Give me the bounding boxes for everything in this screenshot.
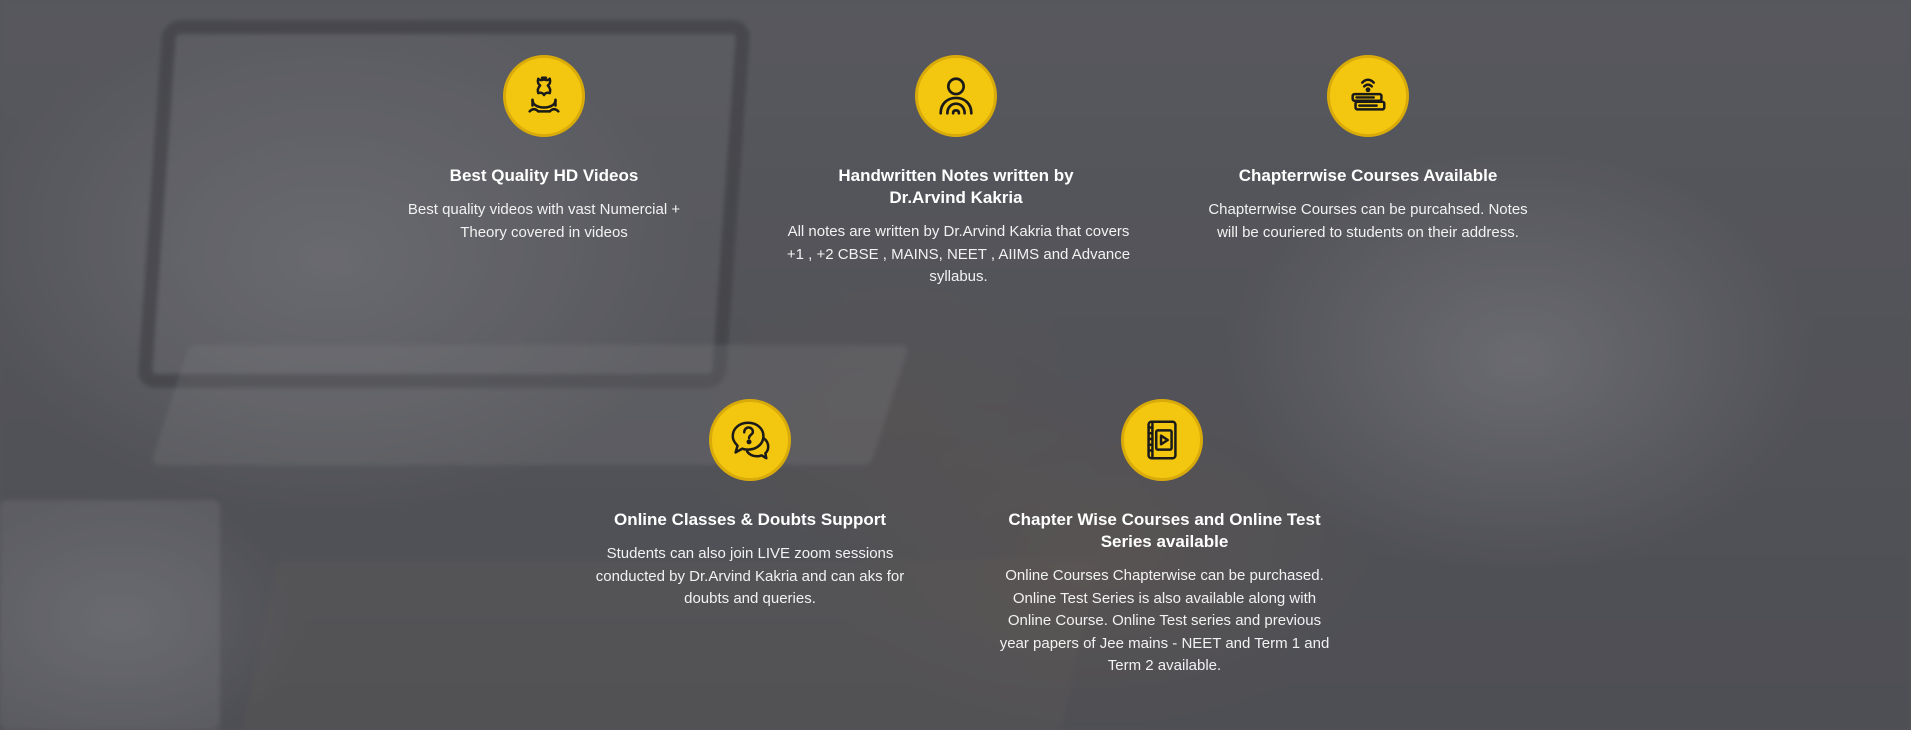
feature-description: Best quality videos with vast Numercial … bbox=[407, 201, 681, 241]
feature-hd-videos: Best Quality HD Videos Best quality vide… bbox=[374, 55, 714, 244]
feature-online-classes: Online Classes & Doubts Support Students… bbox=[580, 399, 920, 611]
video-book-icon bbox=[1121, 399, 1203, 481]
feature-title: Chapterrwise Courses Available bbox=[1238, 166, 1498, 185]
feature-description: Online Courses Chapterwise can be purcha… bbox=[999, 567, 1330, 674]
feature-title: Online Classes & Doubts Support bbox=[613, 510, 887, 529]
feature-description: All notes are written by Dr.Arvind Kakri… bbox=[786, 223, 1131, 285]
feature-title: Handwritten Notes written by Dr.Arvind K… bbox=[838, 166, 1074, 207]
feature-description: Students can also join LIVE zoom session… bbox=[595, 545, 905, 607]
feature-online-test-series: Chapter Wise Courses and Online Test Ser… bbox=[992, 399, 1332, 678]
feature-chapterwise-courses: Chapterrwise Courses Available Chapterrw… bbox=[1198, 55, 1538, 244]
feature-title: Best Quality HD Videos bbox=[449, 166, 639, 185]
courier-books-icon bbox=[1327, 55, 1409, 137]
person-notes-icon bbox=[915, 55, 997, 137]
feature-description: Chapterrwise Courses can be purcahsed. N… bbox=[1208, 201, 1528, 241]
question-chat-icon bbox=[709, 399, 791, 481]
feature-handwritten-notes: Handwritten Notes written by Dr.Arvind K… bbox=[786, 55, 1130, 289]
hd-video-icon bbox=[503, 55, 585, 137]
feature-title: Chapter Wise Courses and Online Test Ser… bbox=[1008, 510, 1321, 551]
